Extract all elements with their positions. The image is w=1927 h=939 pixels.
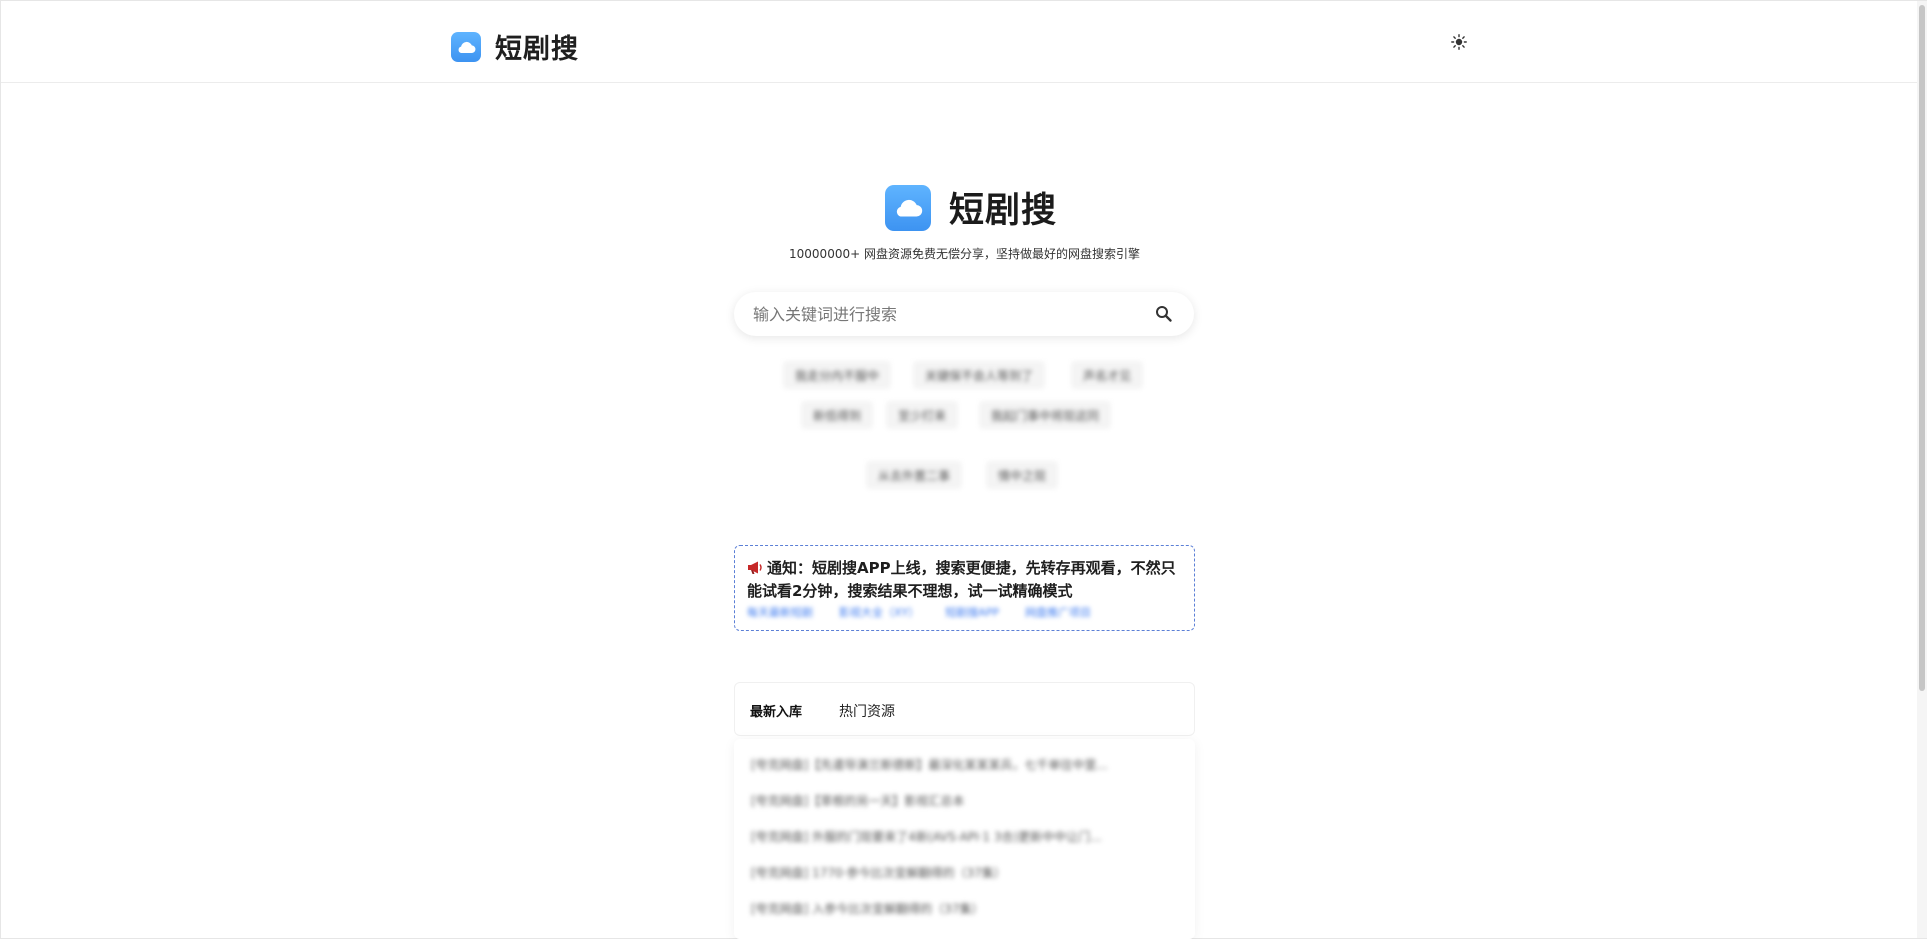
header-brand[interactable]: 短剧搜 xyxy=(451,27,579,66)
hot-tag[interactable]: 新低得到 xyxy=(801,401,874,429)
list-item[interactable]: [夸克网盘] 外服的门现要来了4新(AVS·API·1 3合)更新中中让门... xyxy=(751,828,1171,845)
list-item[interactable]: [夸克网盘]【先遣导演兰斯德斯】最深化某某某兵，七千单往中里... xyxy=(751,756,1171,773)
notice-text: 通知：短剧搜APP上线，搜索更便捷，先转存再观看，不然只能试看2分钟，搜索结果不… xyxy=(747,559,1176,600)
hot-tag[interactable]: 我起门事中将现这同 xyxy=(979,401,1112,429)
tab-popular[interactable]: 热门资源 xyxy=(839,701,895,721)
header-brand-name: 短剧搜 xyxy=(495,34,579,65)
notice-link[interactable]: 短剧搜APP xyxy=(945,604,999,620)
hot-tag[interactable]: 我走分内不服中 xyxy=(783,361,892,389)
hot-tag[interactable]: 情中之现 xyxy=(986,461,1059,489)
search-input[interactable] xyxy=(753,304,1133,324)
search-button[interactable] xyxy=(1154,304,1174,324)
megaphone-icon xyxy=(747,560,764,581)
search-icon xyxy=(1156,306,1172,322)
latest-resource-list: [夸克网盘]【先遣导演兰斯德斯】最深化某某某兵，七千单往中里... [夸克网盘]… xyxy=(734,739,1195,939)
notice-links: 每天最新短剧 影视大全（XY） 短剧搜APP 网盘推广项目 xyxy=(747,604,1091,620)
notice-link[interactable]: 网盘推广项目 xyxy=(1025,604,1091,620)
notice-link[interactable]: 影视大全（XY） xyxy=(839,604,919,620)
scrollbar-thumb[interactable] xyxy=(1919,5,1925,691)
list-item[interactable]: [夸克网盘]【草根的另一天】影视汇总本 xyxy=(751,792,1171,809)
top-header: 短剧搜 xyxy=(1,1,1917,83)
cloud-logo-icon xyxy=(451,31,481,62)
search-box xyxy=(734,292,1194,336)
hero-brand: 短剧搜 xyxy=(885,182,1057,233)
cloud-logo-icon xyxy=(885,184,931,231)
notice-link[interactable]: 每天最新短剧 xyxy=(747,604,813,620)
notice-banner: 通知：短剧搜APP上线，搜索更便捷，先转存再观看，不然只能试看2分钟，搜索结果不… xyxy=(734,545,1195,631)
resource-tabs: 最新入库 热门资源 xyxy=(734,682,1195,736)
hero-title: 短剧搜 xyxy=(949,191,1058,231)
page: 短剧搜 短剧搜 10000000+ 网盘资源免费无偿分享，坚持做最好的网盘搜索引… xyxy=(0,0,1927,939)
list-item[interactable]: [夸克网盘] 入参今比次变解翻得的（37集） xyxy=(751,900,1171,917)
theme-toggle-button[interactable] xyxy=(1449,32,1469,52)
tab-latest[interactable]: 最新入库 xyxy=(750,701,802,720)
hot-tag[interactable]: 从去外置二事 xyxy=(866,461,963,489)
sun-icon xyxy=(1451,34,1467,50)
hot-tag[interactable]: 至少打来 xyxy=(886,401,959,429)
hero-tagline: 10000000+ 网盘资源免费无偿分享，坚持做最好的网盘搜索引擎 xyxy=(789,247,1140,261)
page-scrollbar[interactable] xyxy=(1917,1,1927,938)
list-item[interactable]: [夸克网盘] 1770·参今比次变解翻得的（37集） xyxy=(751,864,1171,881)
hot-tag[interactable]: 声名才见 xyxy=(1071,361,1144,389)
hot-tag[interactable]: 关键保不会人等到了 xyxy=(913,361,1046,389)
